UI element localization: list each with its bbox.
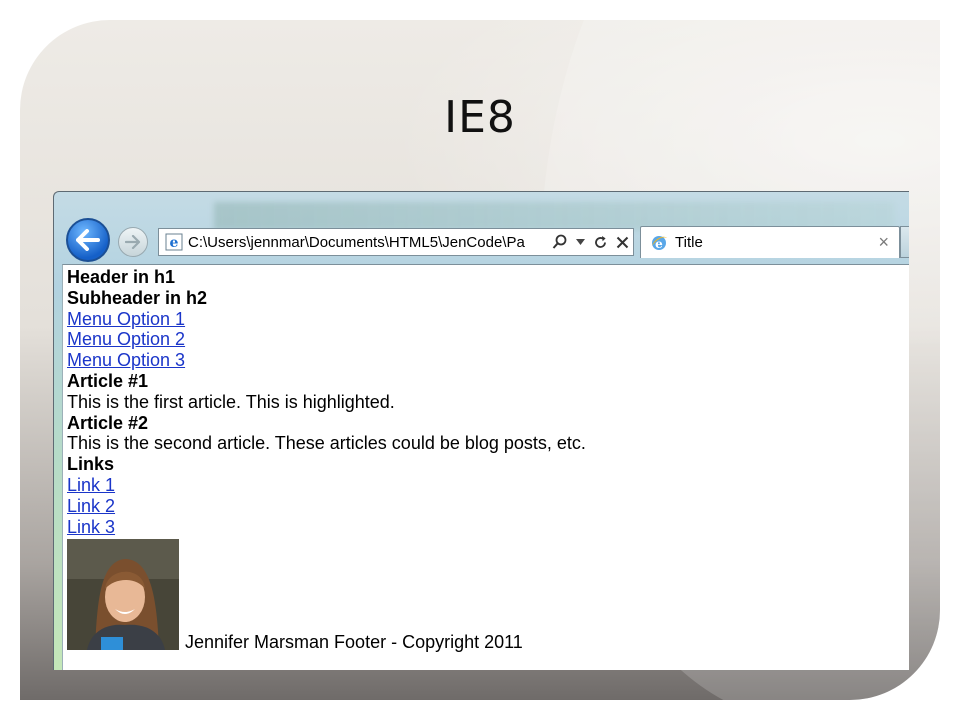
svg-text:e: e bbox=[655, 237, 663, 251]
ie-logo-icon: e bbox=[652, 235, 667, 251]
link-2[interactable]: Link 2 bbox=[67, 496, 115, 517]
header-h1: Header in h1 bbox=[67, 267, 176, 287]
forward-button[interactable] bbox=[118, 227, 148, 257]
back-button[interactable] bbox=[66, 218, 110, 262]
slide-title: IE8 bbox=[444, 92, 516, 143]
article-body: This is the first article. This is highl… bbox=[67, 391, 395, 412]
search-icon[interactable] bbox=[552, 234, 568, 250]
page-content: Header in h1 Subheader in h2 Menu Option… bbox=[62, 264, 909, 670]
close-icon[interactable] bbox=[616, 236, 629, 249]
ie-logo-icon: e bbox=[165, 233, 183, 251]
footer: Jennifer Marsman Footer - Copyright 2011 bbox=[67, 539, 909, 652]
menu-option-2[interactable]: Menu Option 2 bbox=[67, 329, 185, 350]
menu-option-1[interactable]: Menu Option 1 bbox=[67, 309, 185, 330]
tab-label: Title bbox=[675, 234, 703, 251]
tab-close-button[interactable]: × bbox=[878, 232, 889, 253]
new-tab-button[interactable] bbox=[900, 226, 909, 258]
menu-option-3[interactable]: Menu Option 3 bbox=[67, 350, 185, 371]
svg-text:e: e bbox=[170, 235, 179, 251]
refresh-icon[interactable] bbox=[593, 235, 608, 250]
address-bar[interactable]: e C:\Users\jennmar\Documents\HTML5\JenCo… bbox=[158, 228, 634, 256]
author-photo bbox=[67, 539, 179, 651]
links-heading: Links bbox=[67, 454, 115, 475]
forward-arrow-icon bbox=[125, 235, 141, 249]
tab-title[interactable]: e Title × bbox=[640, 226, 900, 258]
article-body: This is the second article. These articl… bbox=[67, 433, 586, 454]
browser-window: e C:\Users\jennmar\Documents\HTML5\JenCo… bbox=[53, 191, 909, 670]
footer-text: Jennifer Marsman Footer - Copyright 2011 bbox=[185, 631, 523, 652]
address-input[interactable]: C:\Users\jennmar\Documents\HTML5\JenCode… bbox=[188, 234, 544, 251]
article-title: Article #2 bbox=[67, 412, 149, 433]
subheader-h2: Subheader in h2 bbox=[67, 287, 208, 308]
address-tools bbox=[552, 234, 629, 250]
chevron-down-icon[interactable] bbox=[576, 239, 585, 245]
link-3[interactable]: Link 3 bbox=[67, 517, 115, 538]
link-1[interactable]: Link 1 bbox=[67, 475, 115, 496]
back-arrow-icon bbox=[76, 229, 100, 251]
article-title: Article #1 bbox=[67, 370, 149, 391]
slide: IE8 e C:\Users\jennmar\Documents\HTML5\J… bbox=[20, 20, 940, 700]
